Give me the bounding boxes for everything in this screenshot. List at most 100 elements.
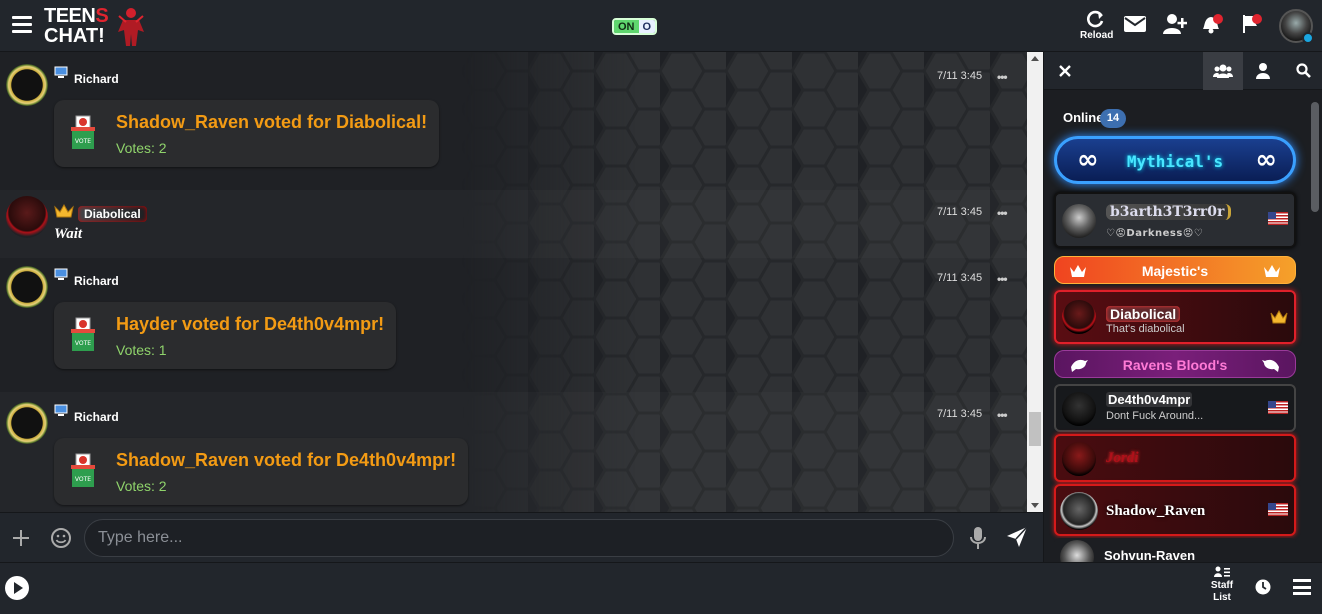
message-username[interactable]: Richard [74,410,119,424]
us-flag-icon [1268,503,1288,516]
panel-scroll-thumb[interactable] [1311,102,1319,212]
menu-icon[interactable] [1293,579,1311,595]
vote-card: VOTE Shadow_Raven voted for Diabolical! … [54,100,439,167]
user-status: That's diabolical [1106,323,1185,335]
profile-avatar[interactable] [1279,9,1314,44]
vote-count: Votes: 1 [116,342,167,358]
online-label: Online [1063,110,1104,125]
scroll-thumb[interactable] [1029,412,1041,446]
chat-message: Richard 7/11 3:45 ••• VOTE Shadow_Raven … [0,52,1027,188]
vote-text: Hayder voted for De4th0v4mpr! [116,314,385,334]
vote-count: Votes: 2 [116,478,167,494]
vote-count: Votes: 2 [116,140,167,156]
message-username[interactable]: Diabolical [78,206,147,222]
user-list-item[interactable]: Jordi [1054,434,1296,482]
add-friend-icon[interactable] [1163,14,1187,34]
vote-card: VOTE Hayder voted for De4th0v4mpr! Votes… [54,302,396,369]
message-username[interactable]: Richard [74,72,119,86]
staff-list-button[interactable]: Staff List [1204,566,1240,604]
user-avatar [1062,442,1096,476]
user-list-panel: Online 14 ∞ Mythical's ∞ b3arth3T3rr0r ♡… [1043,52,1322,562]
play-icon[interactable] [5,576,29,600]
user-avatar [1060,540,1094,562]
close-icon[interactable] [1059,65,1071,77]
user-list-item[interactable]: Sohvun-Raven [1054,538,1296,562]
clock-icon[interactable] [1255,579,1271,595]
message-options-icon[interactable]: ••• [997,272,1008,286]
user-list-item[interactable]: Diabolical That's diabolical [1054,290,1296,344]
ballot-box-icon: VOTE [71,453,95,487]
scroll-up-arrow-icon[interactable] [1031,56,1039,61]
reload-icon[interactable] [1085,10,1105,28]
chat-log: Richard 7/11 3:45 ••• VOTE Shadow_Raven … [0,52,1027,512]
scroll-down-arrow-icon[interactable] [1031,503,1039,508]
rank-header-majestic: Majestic's [1054,256,1296,284]
user-list-item[interactable]: Shadow_Raven [1054,484,1296,536]
user-avatar [1062,300,1096,334]
message-text: Wait [54,226,83,242]
chat-scrollbar[interactable] [1027,52,1043,512]
user-list-item[interactable]: De4th0v4mpr Dont Fuck Around... [1054,384,1296,432]
message-options-icon[interactable]: ••• [997,408,1008,422]
message-options-icon[interactable]: ••• [997,70,1008,84]
panel-header [1044,52,1322,90]
message-input[interactable] [85,520,953,556]
menu-icon[interactable] [12,16,32,34]
notification-bell-icon[interactable] [1200,13,1224,35]
infinity-icon: ∞ [1255,145,1277,175]
user-avatar [1062,392,1096,426]
toggle-off-label: O [638,20,656,33]
user-status: Dont Fuck Around... [1106,410,1204,422]
message-time: 7/11 3:45 [937,206,983,218]
send-icon[interactable] [1006,526,1028,548]
crown-icon [54,203,74,218]
on-off-toggle[interactable]: ON O [612,18,658,35]
rank-label-ravens: Ravens Blood's [1122,357,1228,373]
user-icon [1256,63,1270,79]
rank-header-ravens: Ravens Blood's [1054,350,1296,378]
vote-text: Shadow_Raven voted for De4th0v4mpr! [116,450,457,470]
tab-search[interactable] [1283,52,1322,90]
bot-icon [54,404,68,416]
microphone-icon[interactable] [970,526,986,550]
bot-icon [54,268,68,280]
message-options-icon[interactable]: ••• [997,206,1008,220]
online-count-badge: 14 [1100,109,1126,128]
us-flag-icon [1268,401,1288,414]
mail-icon[interactable] [1124,16,1146,32]
top-bar: TEENS CHAT! ON O Reload [0,0,1322,52]
plus-icon[interactable] [12,529,30,547]
vote-text: Shadow_Raven voted for Diabolical! [116,112,428,132]
logo[interactable]: TEENS CHAT! [44,4,148,48]
logo-text-white: TEEN [44,5,96,27]
tab-users[interactable] [1203,52,1243,90]
bot-icon [54,66,68,78]
message-username[interactable]: Richard [74,274,119,288]
raven-icon [1262,359,1279,372]
user-name: Shadow_Raven [1106,503,1206,519]
user-avatar[interactable] [6,402,48,444]
logo-figure-icon [118,8,144,46]
user-avatar[interactable] [6,196,48,238]
toggle-on-label: ON [614,20,639,33]
emoji-icon[interactable] [50,527,72,549]
ballot-box-icon: VOTE [71,115,95,149]
user-name: b3arth3T3rr0r [1106,204,1232,220]
report-flag-icon[interactable] [1239,13,1263,35]
reload-label[interactable]: Reload [1080,30,1113,41]
staff-list-icon [1214,566,1230,577]
tab-friends[interactable] [1243,52,1283,90]
user-list-item[interactable]: b3arth3T3rr0r ♡😡Darkness😡♡ [1054,192,1296,248]
chat-message: Diabolical Wait 7/11 3:45 ••• [0,190,1027,258]
panel-scrollbar[interactable] [1308,92,1322,562]
chat-message: Richard 7/11 3:45 ••• VOTE Hayder voted … [0,260,1027,390]
users-group-icon [1213,64,1233,78]
message-time: 7/11 3:45 [937,70,983,82]
user-avatar[interactable] [6,64,48,106]
user-status: ♡😡Darkness😡♡ [1106,228,1204,239]
user-avatar [1062,204,1096,238]
rank-header-mythical: ∞ Mythical's ∞ [1054,136,1296,184]
user-avatar[interactable] [6,266,48,308]
message-input-bar [0,512,1043,562]
rank-label-majestic: Majestic's [1141,263,1209,279]
